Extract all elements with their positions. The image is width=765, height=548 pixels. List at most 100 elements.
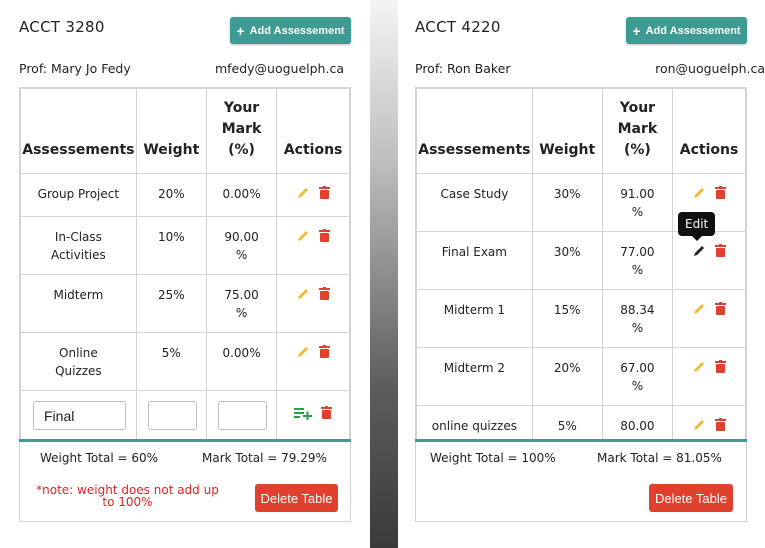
row-weight: 5% bbox=[531, 405, 603, 441]
mark-total: Mark Total = 81.05% bbox=[597, 451, 722, 465]
assessment-table: Assessements Weight Your Mark (%) Action… bbox=[416, 88, 746, 441]
row-assessment: Group Project bbox=[20, 173, 137, 217]
row-actions bbox=[276, 216, 350, 275]
add-assessment-button[interactable]: + Add Assessement bbox=[626, 17, 747, 44]
professor-name: Prof: Ron Baker bbox=[415, 61, 511, 76]
row-weight: 20% bbox=[531, 347, 603, 406]
edit-tooltip: Edit bbox=[678, 212, 716, 241]
table-footer-divider bbox=[19, 439, 351, 442]
table-row: In-Class Activities 10% 90.00 % bbox=[20, 216, 350, 275]
table-row: Midterm 2 20% 67.00 % bbox=[416, 347, 746, 406]
pencil-icon[interactable] bbox=[692, 418, 706, 432]
trash-icon[interactable] bbox=[319, 345, 331, 358]
pencil-icon[interactable] bbox=[692, 302, 706, 316]
trash-icon[interactable] bbox=[715, 244, 727, 257]
course-panel-right: ACCT 4220 + Add Assessement Prof: Ron Ba… bbox=[398, 0, 765, 548]
pencil-icon[interactable] bbox=[296, 229, 310, 243]
trash-icon[interactable] bbox=[715, 418, 727, 431]
row-mark-text: 80.00 % bbox=[620, 419, 655, 440]
weight-input[interactable] bbox=[147, 401, 197, 430]
course-panel-left: ACCT 3280 + Add Assessement Prof: Mary J… bbox=[0, 0, 351, 548]
professor-name: Prof: Mary Jo Fedy bbox=[19, 61, 131, 76]
pencil-icon[interactable] bbox=[296, 287, 310, 301]
new-assessment-row: Final bbox=[20, 390, 350, 441]
pencil-icon[interactable] bbox=[296, 345, 310, 359]
new-mark-cell bbox=[205, 390, 278, 441]
trash-icon[interactable] bbox=[715, 186, 727, 199]
course-title: ACCT 4220 bbox=[415, 18, 501, 36]
trash-icon[interactable] bbox=[715, 302, 727, 315]
trash-icon[interactable] bbox=[321, 406, 333, 419]
trash-icon[interactable] bbox=[715, 360, 727, 373]
mark-input[interactable] bbox=[217, 401, 267, 430]
header-weight: Weight bbox=[135, 88, 207, 174]
row-weight: 15% bbox=[531, 289, 603, 348]
delete-table-button[interactable]: Delete Table bbox=[649, 484, 733, 512]
row-weight: 30% bbox=[531, 231, 603, 290]
add-assessment-label: Add Assessement bbox=[249, 24, 345, 37]
row-mark: 90.00 % bbox=[205, 216, 278, 275]
row-assessment: In-Class Activities bbox=[20, 216, 137, 275]
row-assessment: online quizzes bbox=[416, 405, 533, 441]
row-mark: 77.00 % bbox=[601, 231, 674, 290]
weight-total: Weight Total = 100% bbox=[430, 451, 556, 465]
row-assessment: Midterm 2 bbox=[416, 347, 533, 406]
row-assessment: Online Quizzes bbox=[20, 332, 137, 391]
row-mark: 67.00 % bbox=[601, 347, 674, 406]
row-weight: 25% bbox=[135, 274, 207, 333]
row-actions bbox=[672, 405, 746, 441]
pencil-icon[interactable] bbox=[692, 244, 706, 258]
plus-icon: + bbox=[236, 22, 245, 39]
assessment-table: Assessements Weight Your Mark (%) Action… bbox=[20, 88, 350, 441]
trash-icon[interactable] bbox=[319, 287, 331, 300]
table-row: Midterm 1 15% 88.34 % bbox=[416, 289, 746, 348]
window-divider bbox=[370, 0, 398, 548]
row-actions bbox=[672, 347, 746, 406]
add-assessment-label: Add Assessement bbox=[645, 24, 741, 37]
add-row-icon[interactable] bbox=[294, 406, 313, 420]
row-mark: 0.00% bbox=[205, 173, 278, 217]
course-title: ACCT 3280 bbox=[19, 18, 105, 36]
row-assessment: Case Study bbox=[416, 173, 533, 232]
row-mark: 80.00 % bbox=[601, 405, 674, 441]
weight-warning-note: *note: weight does not add up to 100% bbox=[36, 483, 219, 509]
add-assessment-button[interactable]: + Add Assessement bbox=[230, 17, 351, 44]
assessment-name-input[interactable]: Final bbox=[33, 401, 126, 430]
pencil-icon[interactable] bbox=[692, 186, 706, 200]
header-actions: Actions bbox=[276, 88, 350, 174]
table-header-row: Assessements Weight Your Mark (%) Action… bbox=[20, 88, 350, 174]
new-name-cell: Final bbox=[20, 390, 137, 441]
table-row: Midterm 25% 75.00 % bbox=[20, 274, 350, 333]
row-assessment: Midterm bbox=[20, 274, 137, 333]
new-actions-cell bbox=[276, 390, 350, 441]
table-header-row: Assessements Weight Your Mark (%) Action… bbox=[416, 88, 746, 174]
row-weight: 20% bbox=[135, 173, 207, 217]
trash-icon[interactable] bbox=[319, 229, 331, 242]
row-actions bbox=[276, 332, 350, 391]
delete-table-button[interactable]: Delete Table bbox=[255, 484, 338, 512]
weight-total: Weight Total = 60% bbox=[40, 451, 159, 465]
header-assessments: Assessements bbox=[416, 88, 533, 174]
row-mark: 91.00 % bbox=[601, 173, 674, 232]
row-actions bbox=[276, 173, 350, 217]
table-row: Online Quizzes 5% 0.00% bbox=[20, 332, 350, 391]
pencil-icon[interactable] bbox=[296, 186, 310, 200]
table-footer-divider bbox=[415, 439, 747, 442]
new-weight-cell bbox=[135, 390, 207, 441]
assessment-table-card: Assessements Weight Your Mark (%) Action… bbox=[415, 87, 747, 522]
row-mark: 88.34 % bbox=[601, 289, 674, 348]
row-actions bbox=[672, 231, 746, 290]
header-mark: Your Mark (%) bbox=[601, 88, 674, 174]
row-assessment: Final Exam bbox=[416, 231, 533, 290]
assessment-table-card: Assessements Weight Your Mark (%) Action… bbox=[19, 87, 351, 522]
row-weight: 5% bbox=[135, 332, 207, 391]
row-assessment: Midterm 1 bbox=[416, 289, 533, 348]
trash-icon[interactable] bbox=[319, 186, 331, 199]
row-actions bbox=[672, 289, 746, 348]
pencil-icon[interactable] bbox=[692, 360, 706, 374]
professor-email[interactable]: ron@uoguelph.ca bbox=[655, 61, 765, 76]
table-row: Group Project 20% 0.00% bbox=[20, 173, 350, 217]
professor-email[interactable]: mfedy@uoguelph.ca bbox=[215, 61, 344, 76]
row-weight: 30% bbox=[531, 173, 603, 232]
header-actions: Actions bbox=[672, 88, 746, 174]
